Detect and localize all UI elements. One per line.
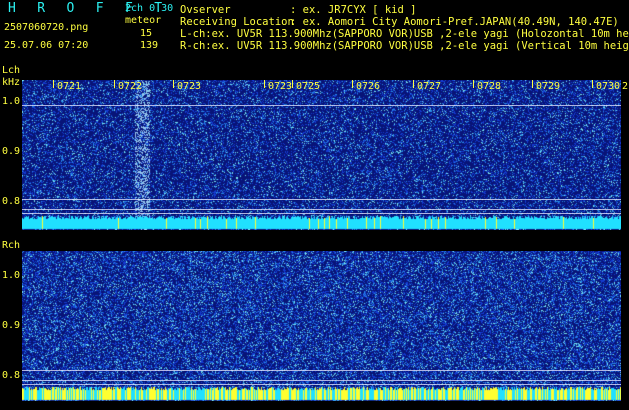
rch-info: R-ch:ex. UV5R 113.900Mhz(SAPPORO VOR)USB… xyxy=(180,40,629,52)
count-r-label: 139 xyxy=(140,40,159,51)
observer-label: Ovserver xyxy=(180,4,231,16)
lch-ytick: 1.0 xyxy=(2,96,21,107)
time-tick xyxy=(264,80,265,88)
lch-ref-line xyxy=(22,213,621,214)
rch-ytick: 0.8 xyxy=(2,370,21,381)
time-label: 0730 xyxy=(596,81,621,92)
rch-label: Rch xyxy=(2,240,21,251)
time-label: 0721 xyxy=(57,81,82,92)
time-tick xyxy=(292,80,293,88)
time-label: 0722 xyxy=(118,81,143,92)
time-tick xyxy=(473,80,474,88)
time-label: 2 xyxy=(622,81,629,92)
location-value: : ex. Aomori City Aomori-Pref.JAPAN(40.4… xyxy=(290,16,619,28)
time-tick xyxy=(114,80,115,88)
datetime-label: 25.07.06 07:20 xyxy=(4,40,89,51)
rch-ref-line xyxy=(22,384,621,385)
lch-ytick: 0.9 xyxy=(2,146,21,157)
observer-value: : ex. JR7CYX [ kid ] xyxy=(290,4,417,16)
rch-spectrogram xyxy=(22,251,621,401)
count-l-label: 15 xyxy=(140,28,153,39)
filename-label: 2507060720.png xyxy=(4,22,89,33)
lch-ref-line xyxy=(22,199,621,200)
rch-ref-line xyxy=(22,370,621,371)
version-label: 2ch 0.30 xyxy=(125,3,174,14)
time-label: 0723 xyxy=(268,81,293,92)
unit-label: kHz xyxy=(2,77,21,88)
lch-ref-line xyxy=(22,105,621,106)
rch-ytick: 0.9 xyxy=(2,320,21,331)
lch-spectrogram-canvas xyxy=(22,80,621,230)
time-label: 0728 xyxy=(477,81,502,92)
rch-ref-line xyxy=(22,380,621,381)
lch-label: Lch xyxy=(2,65,21,76)
time-tick xyxy=(352,80,353,88)
time-tick xyxy=(413,80,414,88)
time-label: 0725 xyxy=(296,81,321,92)
time-label: 0723 xyxy=(177,81,202,92)
lch-ytick: 0.8 xyxy=(2,196,21,207)
rch-ytick: 1.0 xyxy=(2,270,21,281)
lch-spectrogram xyxy=(22,80,621,230)
location-label: Receiving Location xyxy=(180,16,294,28)
lch-info: L-ch:ex. UV5R 113.900Mhz(SAPPORO VOR)USB… xyxy=(180,28,629,40)
time-tick xyxy=(173,80,174,88)
lch-ref-line xyxy=(22,209,621,210)
time-tick xyxy=(53,80,54,88)
time-label: 0726 xyxy=(356,81,381,92)
time-tick xyxy=(592,80,593,88)
rch-spectrogram-canvas xyxy=(22,251,621,401)
time-label: 0727 xyxy=(417,81,442,92)
time-tick xyxy=(532,80,533,88)
time-label: 0729 xyxy=(536,81,561,92)
mode-label: meteor xyxy=(125,15,162,26)
